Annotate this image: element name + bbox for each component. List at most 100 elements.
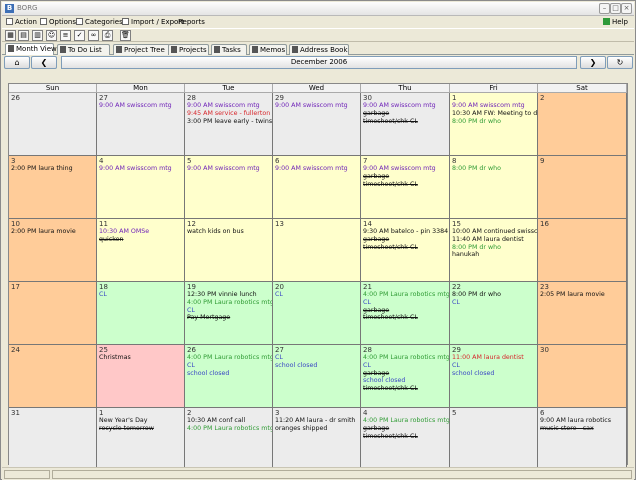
calendar-event[interactable]: school closed [275, 362, 358, 370]
tab-address-book[interactable]: Address Book [289, 44, 349, 55]
calendar-event[interactable]: school closed [187, 370, 270, 378]
calendar-event[interactable]: 4:00 PM Laura robotics mtg [363, 291, 449, 299]
calendar-event[interactable]: garbage [363, 236, 447, 244]
day-cell[interactable]: 8 8:00 PM dr who [450, 156, 538, 219]
binoculars-icon[interactable]: ∞ [88, 30, 99, 41]
calendar-event[interactable]: 4:00 PM Laura robotics mtg [363, 354, 449, 362]
day-cell[interactable]: 30 [538, 345, 627, 408]
calendar-event[interactable]: CL [363, 299, 447, 307]
day-cell[interactable]: 1 9:00 AM swisscom mtg 10:30 AM FW: Meetin… [450, 93, 538, 156]
calendar-event[interactable]: 2:00 PM laura movie [11, 228, 94, 236]
calendar-event[interactable]: watch kids on bus [187, 228, 270, 236]
day-grid-icon[interactable]: ▥ [32, 30, 43, 41]
calendar-event[interactable]: 11:00 AM laura dentist [452, 354, 535, 362]
week-grid-icon[interactable]: ▤ [18, 30, 29, 41]
prev-month-button[interactable]: ❮ [31, 56, 57, 69]
task-list-icon[interactable]: ≡ [60, 30, 71, 41]
calendar-event[interactable]: 8:00 PM dr who [452, 118, 535, 126]
tab-projects[interactable]: Projects [168, 44, 209, 55]
menu-reports[interactable]: Reports [178, 17, 205, 27]
calendar-event[interactable]: CL [275, 291, 358, 299]
day-cell[interactable]: 11 10:30 AM OMSe quicken [97, 219, 185, 282]
calendar-event[interactable]: New Year's Day [99, 417, 182, 425]
day-cell[interactable]: 22 8:00 PM dr who CL [450, 282, 538, 345]
maximize-icon[interactable]: □ [610, 3, 621, 14]
day-cell[interactable]: 3 2:00 PM laura thing [9, 156, 97, 219]
day-cell[interactable]: 28 4:00 PM Laura robotics mtg CL garbage sch… [361, 345, 450, 408]
calendar-event[interactable]: 11:20 AM laura - dr smith [275, 417, 358, 425]
day-cell[interactable]: 10 2:00 PM laura movie [9, 219, 97, 282]
calendar-event[interactable]: garbage [363, 307, 447, 315]
day-cell[interactable]: 6 9:00 AM swisscom mtg [273, 156, 361, 219]
calendar-event[interactable]: timesheet/chk CL [363, 181, 447, 189]
calendar-event[interactable]: 11:40 AM laura dentist [452, 236, 535, 244]
calendar-event[interactable]: 4:00 PM Laura robotics mtg [187, 425, 272, 433]
day-cell[interactable]: 16 [538, 219, 627, 282]
day-cell[interactable]: 20 CL [273, 282, 361, 345]
calendar-event[interactable]: quicken [99, 236, 182, 244]
calendar-event[interactable]: garbage [363, 173, 447, 181]
day-cell[interactable]: 27 9:00 AM swisscom mtg [97, 93, 185, 156]
checklist-icon[interactable]: ✓ [74, 30, 85, 41]
calendar-event[interactable]: oranges shipped [275, 425, 358, 433]
menu-import-export[interactable]: Import / Export [122, 17, 184, 27]
calendar-event[interactable]: 3:00 PM leave early - twins - one [187, 118, 272, 126]
calendar-event[interactable]: school closed [363, 377, 447, 385]
close-icon[interactable]: × [621, 3, 632, 14]
calendar-event[interactable]: 10:30 AM conf call [187, 417, 270, 425]
calendar-event[interactable]: 10:00 AM continued swisscom d [452, 228, 537, 236]
day-cell[interactable]: 14 9:30 AM batelco - pin 3384 garbage times… [361, 219, 450, 282]
calendar-event[interactable]: timesheet/chk CL [363, 433, 447, 441]
day-cell[interactable]: 3 11:20 AM laura - dr smith oranges shippe… [273, 408, 361, 471]
day-cell[interactable]: 4 4:00 PM Laura robotics mtg garbage timesh… [361, 408, 450, 471]
calendar-event[interactable]: Christmas [99, 354, 182, 362]
calendar-event[interactable]: 9:00 AM laura robotics [540, 417, 624, 425]
tab-tasks[interactable]: Tasks [211, 44, 247, 55]
calendar-event[interactable]: 2:05 PM laura movie [540, 291, 624, 299]
calendar-event[interactable]: 2:00 PM laura thing [11, 165, 94, 173]
day-cell[interactable]: 27 CL school closed [273, 345, 361, 408]
menu-help[interactable]: Help [603, 17, 628, 27]
calendar-event[interactable]: 4:00 PM Laura robotics mtg [187, 299, 272, 307]
person-icon[interactable]: ☺ [46, 30, 57, 41]
calendar-event[interactable]: 10:30 AM OMSe [99, 228, 182, 236]
day-cell[interactable]: 26 4:00 PM Laura robotics mtg CL school clo… [185, 345, 273, 408]
day-cell[interactable]: 2 [538, 93, 627, 156]
day-cell[interactable]: 7 9:00 AM swisscom mtg garbage timesheet/ch… [361, 156, 450, 219]
calendar-event[interactable]: 9:00 AM swisscom mtg [275, 102, 358, 110]
day-cell[interactable]: 2 10:30 AM conf call 4:00 PM Laura robotic… [185, 408, 273, 471]
day-cell[interactable]: 17 [9, 282, 97, 345]
print-icon[interactable]: ⎙ [102, 30, 113, 41]
calendar-event[interactable]: 4:00 PM Laura robotics mtg [363, 417, 449, 425]
go-to-today-button[interactable]: ↻ [607, 56, 633, 69]
calendar-event[interactable]: school closed [452, 370, 535, 378]
calendar-event[interactable]: CL [187, 307, 270, 315]
day-cell[interactable]: 19 12:30 PM vinnie lunch 4:00 PM Laura rob… [185, 282, 273, 345]
calendar-event[interactable]: 9:00 AM swisscom mtg [99, 165, 182, 173]
day-cell[interactable]: 4 9:00 AM swisscom mtg [97, 156, 185, 219]
calendar-event[interactable]: timesheet/chk CL [363, 385, 447, 393]
tab-memos[interactable]: Memos [249, 44, 287, 55]
calendar-event[interactable]: 12:30 PM vinnie lunch [187, 291, 270, 299]
tab-month-view[interactable]: Month View [5, 43, 57, 55]
calendar-event[interactable]: CL [452, 362, 535, 370]
day-cell[interactable]: 24 [9, 345, 97, 408]
calendar-event[interactable]: hanukah [452, 251, 535, 259]
day-cell[interactable]: 21 4:00 PM Laura robotics mtg CL garbage tim… [361, 282, 450, 345]
calendar-event[interactable]: garbage [363, 425, 447, 433]
menu-categories[interactable]: Categories [76, 17, 123, 27]
tab-to-do-list[interactable]: To Do List [57, 44, 110, 55]
day-cell[interactable]: 5 [450, 408, 538, 471]
day-cell[interactable]: 5 9:00 AM swisscom mtg [185, 156, 273, 219]
calendar-event[interactable]: 9:00 AM swisscom mtg [452, 102, 535, 110]
day-cell[interactable]: 29 11:00 AM laura dentist CL school closed [450, 345, 538, 408]
calendar-event[interactable]: 9:00 AM swisscom mtg [99, 102, 182, 110]
calendar-event[interactable]: 8:00 PM dr who [452, 291, 535, 299]
day-cell[interactable]: 1510:00 AM continued swisscom d11:40 AM … [450, 219, 538, 282]
calendar-event[interactable]: timesheet/chk CL [363, 118, 447, 126]
day-cell[interactable]: 13 [273, 219, 361, 282]
calendar-event[interactable]: music store - sax [540, 425, 624, 433]
calendar-event[interactable]: 8:00 PM dr who [452, 244, 535, 252]
trash-icon[interactable]: 🗑 [120, 30, 131, 41]
minimize-icon[interactable]: – [599, 3, 610, 14]
